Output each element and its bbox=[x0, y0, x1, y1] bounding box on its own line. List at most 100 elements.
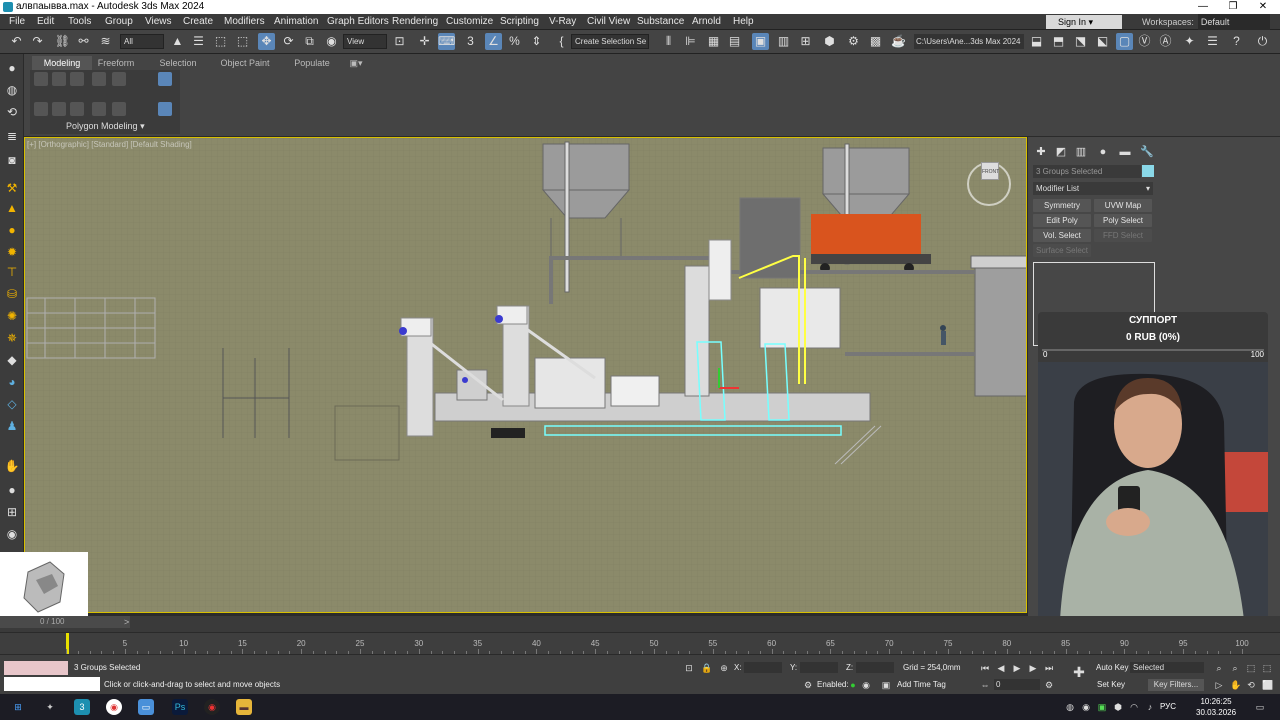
add-time-tag[interactable]: Add Time Tag bbox=[897, 680, 946, 689]
hand-icon[interactable]: ✋ bbox=[4, 458, 20, 474]
tray-icon-1[interactable]: ◍ bbox=[1062, 699, 1078, 715]
system-clock[interactable]: 10:26:25 30.03.2026 bbox=[1196, 696, 1236, 718]
ribbon-tool-8[interactable] bbox=[70, 102, 84, 116]
camera-icon[interactable]: ◙ bbox=[4, 152, 20, 168]
edit-poly-button[interactable]: Edit Poly bbox=[1033, 214, 1091, 227]
set-key-button[interactable]: Set Key bbox=[1097, 680, 1125, 689]
close-button[interactable]: ✕ bbox=[1248, 0, 1278, 14]
workspace-selector[interactable]: Workspaces: Default bbox=[1142, 14, 1270, 30]
display-tab-icon[interactable]: ▬ bbox=[1118, 145, 1132, 159]
globe-icon[interactable]: ◕ bbox=[4, 374, 20, 390]
menu-help[interactable]: Help bbox=[733, 14, 754, 30]
y-coord-field[interactable] bbox=[800, 662, 838, 673]
schematic-view-icon[interactable]: ⊞ bbox=[797, 33, 814, 50]
input-language[interactable]: РУС bbox=[1160, 702, 1176, 711]
window-taskbar-icon[interactable]: ▭ bbox=[138, 699, 154, 715]
arnold-icon[interactable]: Ⓐ bbox=[1157, 33, 1174, 50]
notifications-icon[interactable]: ▭ bbox=[1252, 699, 1268, 715]
redo-icon[interactable]: ↷ bbox=[29, 33, 46, 50]
material-editor-icon[interactable]: ⬢ bbox=[821, 33, 838, 50]
menu-views[interactable]: Views bbox=[145, 14, 172, 30]
previous-frame-icon[interactable]: ◀ bbox=[996, 663, 1006, 673]
select-and-place-icon[interactable]: ◉ bbox=[323, 33, 340, 50]
named-selection-set-dropdown[interactable]: Create Selection Se bbox=[571, 34, 649, 49]
select-and-rotate-icon[interactable]: ⟳ bbox=[280, 33, 297, 50]
select-and-move-icon[interactable]: ✥ bbox=[258, 33, 275, 50]
rotate-view-icon[interactable]: ⟲ bbox=[4, 104, 20, 120]
link-icon[interactable]: ⛓ bbox=[54, 33, 71, 50]
rect-selection-icon[interactable]: ⬚ bbox=[212, 33, 229, 50]
photoshop-taskbar-icon[interactable]: Ps bbox=[172, 699, 188, 715]
tray-icon-4[interactable]: ⬢ bbox=[1110, 699, 1126, 715]
angle-snap-icon[interactable]: ∠ bbox=[485, 33, 502, 50]
menu-customize[interactable]: Customize bbox=[446, 14, 493, 30]
ribbon-tool-6[interactable] bbox=[34, 102, 48, 116]
x-coord-field[interactable] bbox=[744, 662, 782, 673]
keyboard-shortcut-override-icon[interactable]: ⌨ bbox=[438, 33, 455, 50]
ribbon-tool-2[interactable] bbox=[52, 72, 66, 86]
menu-animation[interactable]: Animation bbox=[274, 14, 318, 30]
zoom-icon[interactable]: ⌕ bbox=[1214, 663, 1224, 673]
menu-group[interactable]: Group bbox=[105, 14, 133, 30]
open-explorer-icon[interactable]: ⬒ bbox=[1050, 33, 1067, 50]
ffd-select-button[interactable]: FFD Select bbox=[1094, 229, 1152, 242]
3ds-max-taskbar-icon[interactable]: 3 bbox=[74, 699, 90, 715]
tab-populate[interactable]: Populate bbox=[288, 56, 336, 70]
field-of-view-icon[interactable]: ▷ bbox=[1214, 680, 1224, 690]
select-object-icon[interactable]: ▲ bbox=[169, 33, 186, 50]
sun-icon[interactable]: ✺ bbox=[4, 308, 20, 324]
menu-substance[interactable]: Substance bbox=[637, 14, 684, 30]
minimize-button[interactable]: — bbox=[1188, 0, 1218, 14]
list-icon[interactable]: ≣ bbox=[4, 128, 20, 144]
go-to-start-icon[interactable]: ⏮ bbox=[980, 663, 990, 673]
object-name-field[interactable]: 3 Groups Selected bbox=[1033, 165, 1141, 178]
enabled-indicator-icon[interactable]: ● bbox=[848, 680, 858, 690]
time-slider-next-icon[interactable]: > bbox=[124, 617, 129, 627]
create-tab-icon[interactable]: ✚ bbox=[1034, 145, 1048, 159]
hammer-icon[interactable]: ⚒ bbox=[4, 180, 20, 196]
isolate-icon[interactable]: ⊡ bbox=[684, 663, 694, 673]
bind-space-warp-icon[interactable]: ≋ bbox=[97, 33, 114, 50]
utilities-tab-icon[interactable]: 🔧 bbox=[1140, 145, 1154, 159]
ribbon-tool-3[interactable] bbox=[70, 72, 84, 86]
project-folder-icon[interactable]: ⬓ bbox=[1028, 33, 1045, 50]
modify-tab-icon[interactable]: ◩ bbox=[1054, 145, 1068, 159]
tab-freeform[interactable]: Freeform bbox=[94, 56, 138, 70]
toggle-layer-explorer-icon[interactable]: ▤ bbox=[726, 33, 743, 50]
nav-icon[interactable]: ◇ bbox=[4, 396, 20, 412]
ribbon-options-icon[interactable]: ▣▾ bbox=[346, 56, 366, 70]
orbit-icon[interactable]: ⟲ bbox=[1246, 680, 1256, 690]
render-setup-icon[interactable]: ⚙ bbox=[845, 33, 862, 50]
selection-filter-dropdown[interactable]: All bbox=[120, 34, 164, 49]
sync-icon[interactable]: ⬔ bbox=[1072, 33, 1089, 50]
undo-icon[interactable]: ↶ bbox=[8, 33, 25, 50]
auto-key-button[interactable]: Auto Key bbox=[1096, 663, 1128, 672]
menu-file[interactable]: File bbox=[9, 14, 25, 30]
object-color-swatch[interactable] bbox=[1142, 165, 1154, 177]
zoom-extents-all-icon[interactable]: ⬚ bbox=[1262, 663, 1272, 673]
figure-icon[interactable]: ♟ bbox=[4, 418, 20, 434]
select-by-name-icon[interactable]: ☰ bbox=[190, 33, 207, 50]
viewport[interactable]: [+] [Orthographic] [Standard] [Default S… bbox=[24, 137, 1027, 613]
pan-view-icon[interactable]: ✋ bbox=[1230, 680, 1241, 690]
volume-icon[interactable]: ♪ bbox=[1142, 699, 1158, 715]
ribbon-tool-1[interactable] bbox=[34, 72, 48, 86]
menu-arnold[interactable]: Arnold bbox=[692, 14, 721, 30]
spinner-snap-icon[interactable]: ⇕ bbox=[528, 33, 545, 50]
tray-icon-2[interactable]: ◉ bbox=[1078, 699, 1094, 715]
ribbon-tool-5[interactable] bbox=[112, 72, 126, 86]
cube-icon[interactable]: ◆ bbox=[4, 352, 20, 368]
preview-thumbnail[interactable] bbox=[0, 552, 88, 624]
key-selection-dropdown[interactable]: Selected bbox=[1130, 662, 1204, 673]
tool-icon[interactable]: ⊤ bbox=[4, 264, 20, 280]
menu-graph-editors[interactable]: Graph Editors bbox=[327, 14, 389, 30]
pivot-center-icon[interactable]: ⊡ bbox=[391, 33, 408, 50]
edit-named-selection-icon[interactable]: { bbox=[553, 33, 570, 50]
eye-icon[interactable]: ◉ bbox=[4, 526, 20, 542]
light-icon[interactable]: ✵ bbox=[4, 330, 20, 346]
rendered-frame-window-icon[interactable]: ▩ bbox=[867, 33, 884, 50]
tray-icon-3[interactable]: ▣ bbox=[1094, 699, 1110, 715]
viewcube-face[interactable]: FRONT bbox=[981, 162, 999, 180]
ribbon-tool-modify[interactable] bbox=[158, 72, 172, 86]
circle-icon[interactable]: ● bbox=[4, 222, 20, 238]
